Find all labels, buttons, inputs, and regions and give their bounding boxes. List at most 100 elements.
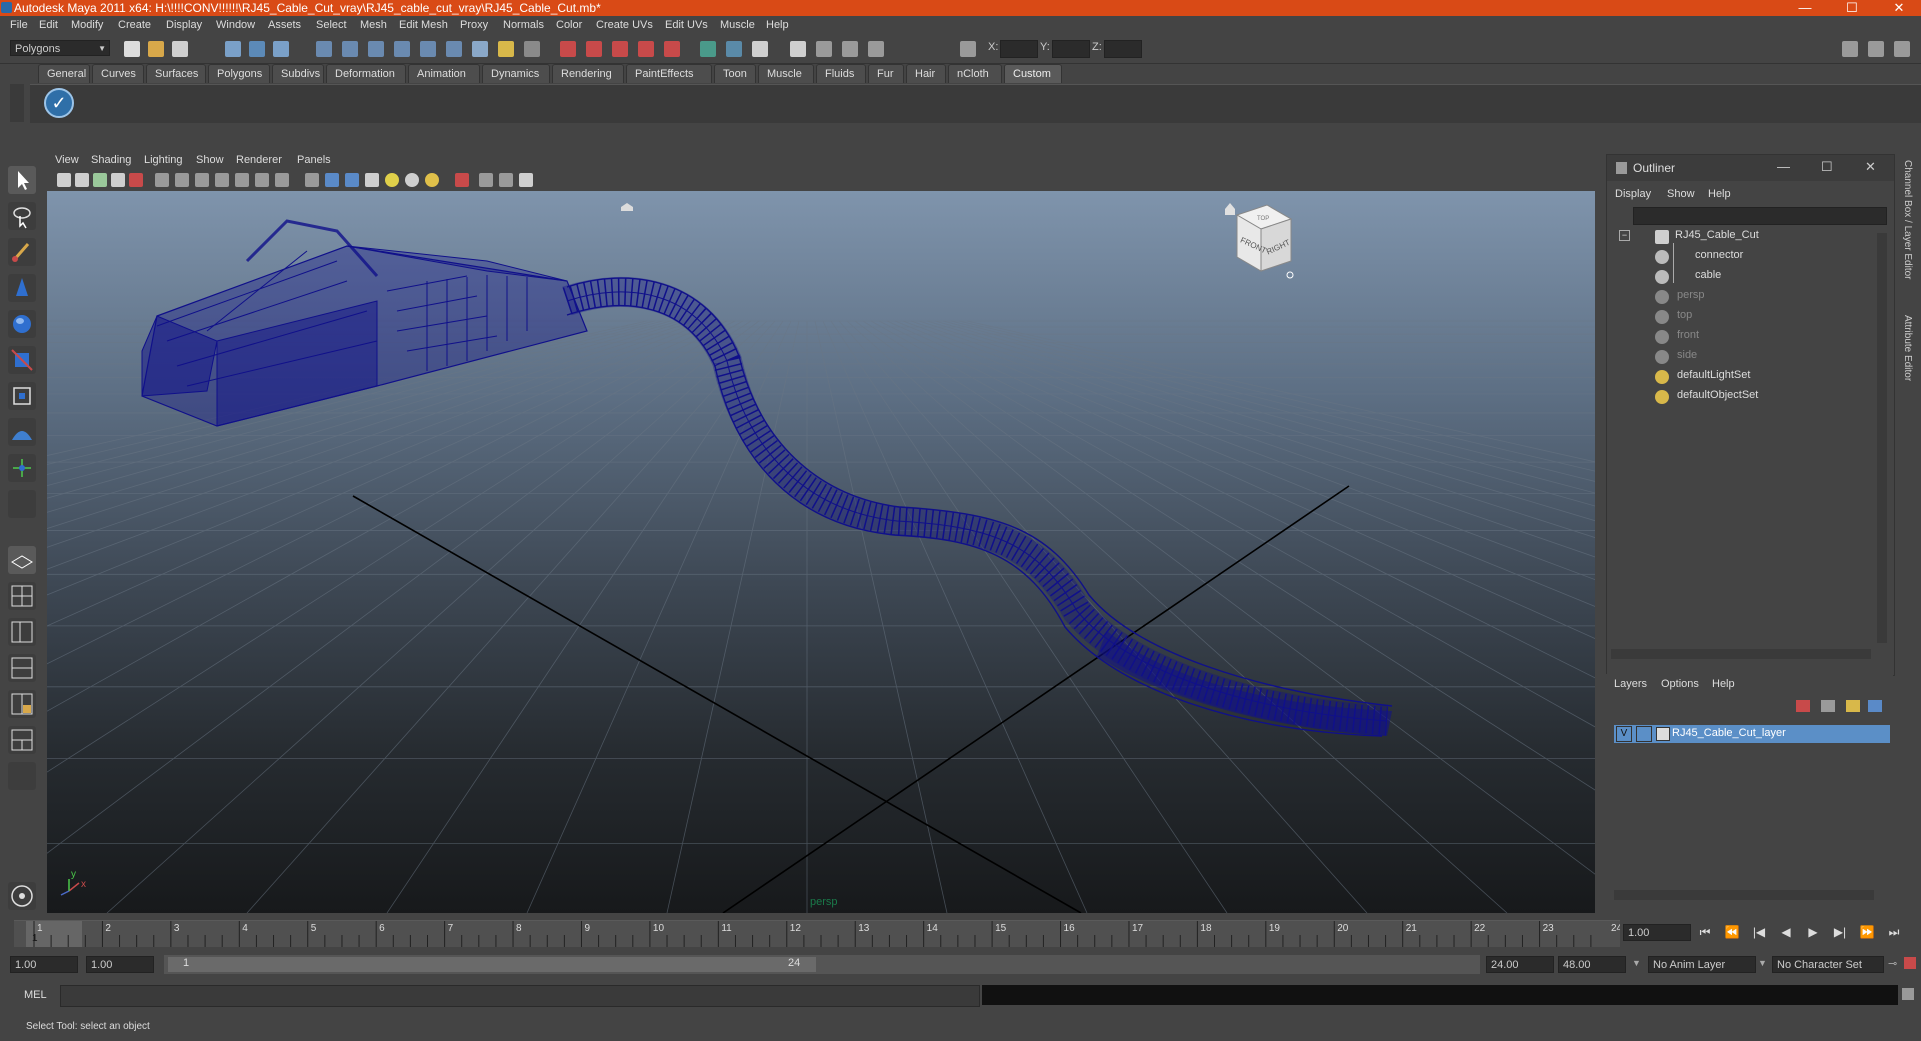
outliner-item-default-light-set[interactable]: defaultLightSet bbox=[1677, 365, 1750, 385]
shelf-tab-hair[interactable]: Hair bbox=[906, 64, 946, 83]
time-slider-track[interactable]: 1 1 2 3 4 5 6 7 8 9 10 11 12 13 14 15 16 17 18 19 20 21 22 23 2… bbox=[14, 920, 1620, 947]
go-to-end-button[interactable]: ⏭ bbox=[1885, 924, 1903, 940]
character-set-selector[interactable]: No Character Set bbox=[1772, 956, 1884, 973]
selection-mask-icon[interactable] bbox=[524, 41, 540, 57]
outliner-item-persp[interactable]: persp bbox=[1677, 285, 1705, 305]
command-language-label[interactable]: MEL bbox=[24, 989, 47, 1001]
input-line-icon[interactable] bbox=[700, 41, 716, 57]
menu-modify[interactable]: Modify bbox=[71, 19, 103, 31]
safe-action-icon[interactable] bbox=[255, 173, 269, 187]
layers-horizontal-scrollbar[interactable] bbox=[1614, 890, 1874, 900]
shadows-icon[interactable] bbox=[425, 173, 439, 187]
single-perspective-layout-icon[interactable] bbox=[8, 546, 36, 574]
close-button[interactable]: ✕ bbox=[1884, 0, 1914, 16]
perspective-viewport[interactable]: FRONT RIGHT TOP y x persp bbox=[0, 191, 1921, 914]
checkmark-shelf-icon[interactable]: ✓ bbox=[44, 88, 74, 118]
shelf-tab-custom[interactable]: Custom bbox=[1004, 64, 1062, 83]
outliner-item-default-object-set[interactable]: defaultObjectSet bbox=[1677, 385, 1758, 405]
move-layer-down-icon[interactable] bbox=[1821, 700, 1835, 712]
layers-menu-help[interactable]: Help bbox=[1712, 678, 1735, 690]
gate-mask-icon[interactable] bbox=[215, 173, 229, 187]
toggle-tool-settings-icon[interactable] bbox=[1868, 41, 1884, 57]
hypershade-icon[interactable] bbox=[638, 41, 654, 57]
menu-set-selector[interactable]: Polygons ▼ bbox=[10, 40, 110, 56]
layer-name[interactable]: RJ45_Cable_Cut_layer bbox=[1672, 727, 1786, 739]
layer-display-type-toggle[interactable] bbox=[1636, 726, 1652, 742]
wireframe-mode-icon[interactable] bbox=[305, 173, 319, 187]
film-gate-icon[interactable] bbox=[175, 173, 189, 187]
step-back-frame-button[interactable]: ⏪ bbox=[1723, 924, 1741, 940]
shelf-tab-animation[interactable]: Animation bbox=[408, 64, 480, 83]
history-icon[interactable] bbox=[446, 41, 462, 57]
render-current-frame-icon[interactable] bbox=[560, 41, 576, 57]
home-icon[interactable] bbox=[1225, 203, 1235, 215]
menu-color[interactable]: Color bbox=[556, 19, 582, 31]
select-object-icon[interactable] bbox=[249, 41, 265, 57]
cable-mesh[interactable] bbox=[562, 276, 1393, 737]
viewport-menu-lighting[interactable]: Lighting bbox=[144, 154, 183, 166]
save-scene-icon[interactable] bbox=[172, 41, 188, 57]
menu-muscle[interactable]: Muscle bbox=[720, 19, 755, 31]
viewport-menu-view[interactable]: View bbox=[55, 154, 79, 166]
custom-layout-icon[interactable] bbox=[8, 762, 36, 790]
construction-history-icon[interactable] bbox=[752, 41, 768, 57]
layers-menu-layers[interactable]: Layers bbox=[1614, 678, 1647, 690]
shelf-tab-surfaces[interactable]: Surfaces bbox=[146, 64, 206, 83]
display-render-settings-icon[interactable] bbox=[790, 41, 806, 57]
key-icon[interactable]: ⊸ bbox=[1888, 957, 1897, 970]
viewport-menu-panels[interactable]: Panels bbox=[297, 154, 331, 166]
command-input[interactable] bbox=[60, 985, 980, 1007]
select-tool-icon[interactable] bbox=[8, 166, 36, 194]
shelf-menu-handle[interactable] bbox=[10, 84, 24, 122]
y-field[interactable] bbox=[1052, 40, 1090, 58]
field-chart-icon[interactable] bbox=[235, 173, 249, 187]
shelf-tab-fur[interactable]: Fur bbox=[868, 64, 904, 83]
resolution-gate-icon[interactable] bbox=[195, 173, 209, 187]
use-default-lighting-icon[interactable] bbox=[385, 173, 399, 187]
layer-row[interactable]: V RJ45_Cable_Cut_layer bbox=[1614, 725, 1890, 743]
snap-view-plane-icon[interactable] bbox=[394, 41, 410, 57]
universal-manipulator-icon[interactable] bbox=[8, 382, 36, 410]
bookmarks-icon[interactable] bbox=[93, 173, 107, 187]
attribute-editor-icon[interactable] bbox=[842, 41, 858, 57]
hypershade-layout-icon[interactable] bbox=[8, 690, 36, 718]
snap-grid-icon[interactable] bbox=[316, 41, 332, 57]
menu-normals[interactable]: Normals bbox=[503, 19, 544, 31]
image-plane-icon[interactable] bbox=[111, 173, 125, 187]
shelf-tab-subdivs[interactable]: Subdivs bbox=[272, 64, 324, 83]
smooth-shade-icon[interactable] bbox=[325, 173, 339, 187]
start-time-field[interactable]: 1.00 bbox=[10, 956, 78, 973]
shelf-tab-muscle[interactable]: Muscle bbox=[758, 64, 814, 83]
outliner-menu-show[interactable]: Show bbox=[1667, 188, 1695, 200]
numeric-input-icon[interactable] bbox=[726, 41, 742, 57]
side-tab-channel-box[interactable]: Channel Box / Layer Editor bbox=[1902, 160, 1913, 300]
new-layer-icon[interactable] bbox=[1846, 700, 1860, 712]
isolate-select-icon[interactable] bbox=[455, 173, 469, 187]
ipr-render-icon[interactable] bbox=[586, 41, 602, 57]
auto-key-icon[interactable] bbox=[1904, 957, 1916, 969]
menu-create-uvs[interactable]: Create UVs bbox=[596, 19, 653, 31]
paint-select-tool-icon[interactable] bbox=[8, 238, 36, 266]
open-scene-icon[interactable] bbox=[148, 41, 164, 57]
menu-select[interactable]: Select bbox=[316, 19, 347, 31]
xray-icon[interactable] bbox=[479, 173, 493, 187]
step-back-key-button[interactable]: |◀ bbox=[1750, 924, 1768, 940]
collapse-toggle-icon[interactable]: − bbox=[1619, 230, 1630, 241]
end-time-field[interactable]: 48.00 bbox=[1558, 956, 1626, 973]
viewcube-menu-icon[interactable] bbox=[1286, 271, 1294, 279]
z-field[interactable] bbox=[1104, 40, 1142, 58]
shelf-tab-curves[interactable]: Curves bbox=[92, 64, 144, 83]
menu-window[interactable]: Window bbox=[216, 19, 255, 31]
toggle-attribute-editor-icon[interactable] bbox=[1894, 41, 1910, 57]
menu-help[interactable]: Help bbox=[766, 19, 789, 31]
rotate-tool-icon[interactable] bbox=[8, 310, 36, 338]
high-quality-rendering-icon[interactable] bbox=[519, 173, 533, 187]
shelf-tab-polygons[interactable]: Polygons bbox=[208, 64, 270, 83]
grid-toggle-icon[interactable] bbox=[155, 173, 169, 187]
outliner-maximize-button[interactable]: ☐ bbox=[1821, 159, 1833, 175]
move-tool-icon[interactable] bbox=[8, 274, 36, 302]
shelf-tab-toon[interactable]: Toon bbox=[714, 64, 756, 83]
absolute-transform-icon[interactable] bbox=[960, 41, 976, 57]
menu-proxy[interactable]: Proxy bbox=[460, 19, 488, 31]
shelf-tab-general[interactable]: General bbox=[38, 64, 90, 83]
